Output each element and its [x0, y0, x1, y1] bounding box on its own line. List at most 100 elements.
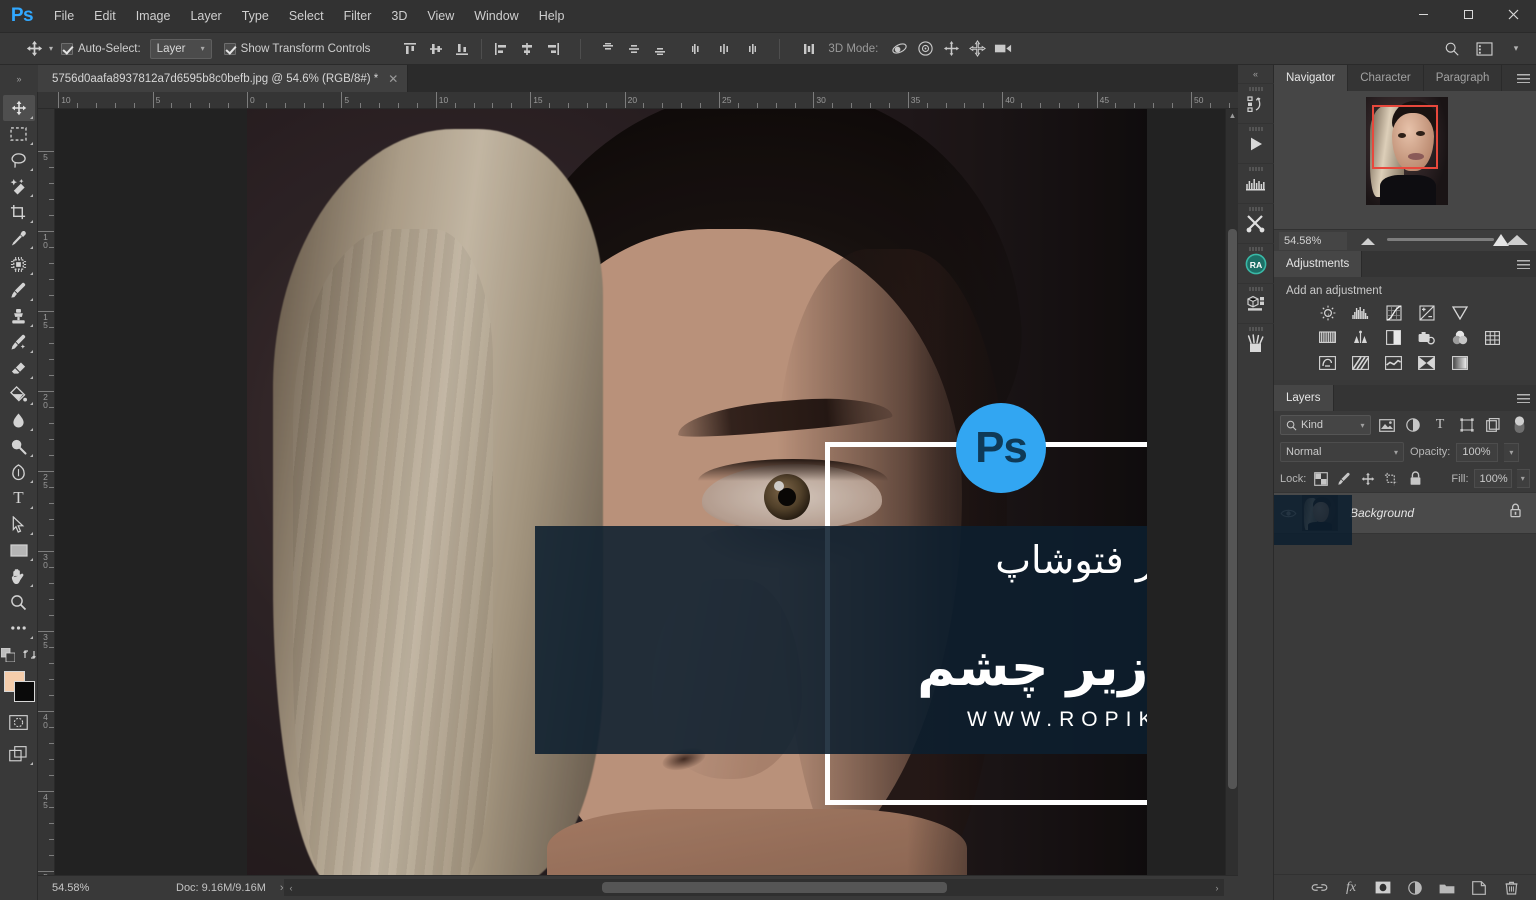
tab-navigator[interactable]: Navigator	[1274, 65, 1349, 91]
clone-stamp-tool[interactable]	[3, 303, 35, 329]
zoom-in-icon[interactable]	[1506, 234, 1528, 245]
minimize-button[interactable]	[1401, 0, 1446, 29]
layer-filter-kind-select[interactable]: Kind ▾	[1280, 415, 1371, 435]
levels-icon[interactable]	[1351, 303, 1370, 322]
fill-value[interactable]: 100%	[1473, 469, 1512, 488]
workspace-switcher-icon[interactable]	[1470, 36, 1498, 62]
tool-preset-chevron-icon[interactable]: ▾	[49, 44, 53, 53]
default-colors-icon[interactable]	[0, 647, 16, 667]
menu-3d[interactable]: 3D	[381, 0, 417, 33]
tab-layers[interactable]: Layers	[1274, 385, 1334, 411]
eyedropper-tool[interactable]	[3, 225, 35, 251]
align-bottom-edges-icon[interactable]	[449, 36, 475, 62]
maximize-button[interactable]	[1446, 0, 1491, 29]
distribute-top-edges-icon[interactable]	[595, 36, 621, 62]
photo-filter-icon[interactable]	[1417, 328, 1436, 347]
new-adjustment-layer-icon[interactable]	[1406, 879, 1424, 897]
crop-tool[interactable]	[3, 199, 35, 225]
zoom-tool[interactable]	[3, 589, 35, 615]
show-transform-controls-checkbox[interactable]: Show Transform Controls	[223, 42, 370, 55]
actions-icon[interactable]	[1237, 123, 1274, 163]
tab-character[interactable]: Character	[1348, 65, 1424, 91]
distribute-left-edges-icon[interactable]	[685, 36, 711, 62]
zoom-out-icon[interactable]	[1361, 237, 1375, 245]
quick-mask-toggle[interactable]	[3, 709, 35, 735]
chevron-down-icon[interactable]: ▾	[1502, 36, 1530, 62]
distribute-right-edges-icon[interactable]	[737, 36, 763, 62]
new-group-icon[interactable]	[1438, 879, 1456, 897]
distribute-horizontal-centers-icon[interactable]	[711, 36, 737, 62]
slide-3d-icon[interactable]	[964, 36, 990, 62]
menu-image[interactable]: Image	[126, 0, 181, 33]
3d-icon[interactable]	[1237, 283, 1274, 323]
lock-image-icon[interactable]	[1335, 469, 1354, 489]
menu-layer[interactable]: Layer	[180, 0, 231, 33]
swap-colors-icon[interactable]	[23, 648, 36, 666]
roll-3d-icon[interactable]	[912, 36, 938, 62]
rectangular-marquee-tool[interactable]	[3, 121, 35, 147]
panel-menu-icon[interactable]	[1510, 385, 1536, 411]
brush-tool[interactable]	[3, 277, 35, 303]
gradient-map-icon[interactable]	[1450, 353, 1469, 372]
blend-mode-select[interactable]: Normal ▾	[1280, 442, 1404, 462]
lock-icon[interactable]	[1509, 503, 1522, 523]
menu-help[interactable]: Help	[529, 0, 575, 33]
align-horizontal-centers-icon[interactable]	[514, 36, 540, 62]
close-button[interactable]	[1491, 0, 1536, 29]
auto-select-scope-select[interactable]: Layer ▾	[149, 38, 212, 59]
filter-pixel-icon[interactable]	[1377, 415, 1398, 435]
layer-name[interactable]: Background	[1350, 506, 1414, 520]
filter-smart-object-icon[interactable]	[1483, 415, 1504, 435]
menu-edit[interactable]: Edit	[84, 0, 126, 33]
menu-filter[interactable]: Filter	[334, 0, 382, 33]
path-selection-tool[interactable]	[3, 511, 35, 537]
tool-presets-icon[interactable]	[1237, 203, 1274, 243]
layer-mask-icon[interactable]	[1374, 879, 1392, 897]
gradient-tool[interactable]	[3, 381, 35, 407]
color-balance-icon[interactable]	[1351, 328, 1370, 347]
status-expand-icon[interactable]: ›	[280, 882, 284, 894]
link-layers-icon[interactable]	[1310, 879, 1328, 897]
channel-mixer-icon[interactable]	[1450, 328, 1469, 347]
eye-icon[interactable]	[1274, 508, 1302, 519]
align-vertical-centers-icon[interactable]	[423, 36, 449, 62]
layer-row-background[interactable]: Background	[1274, 492, 1536, 534]
tab-paragraph[interactable]: Paragraph	[1423, 65, 1503, 91]
screen-mode-button[interactable]	[3, 741, 35, 767]
exposure-icon[interactable]	[1417, 303, 1436, 322]
hue-saturation-icon[interactable]	[1318, 328, 1337, 347]
navigator-zoom-field[interactable]: 54.58%	[1279, 231, 1347, 250]
history-icon[interactable]	[1237, 83, 1274, 123]
fill-stepper-icon[interactable]: ▾	[1516, 469, 1530, 488]
filter-type-icon[interactable]: T	[1430, 415, 1451, 435]
canvas-viewport[interactable]: Ps در فتوشاپ حذف سیاهی زیر چشم WWW.ROPIK…	[55, 109, 1238, 884]
menu-view[interactable]: View	[417, 0, 464, 33]
auto-select-checkbox[interactable]: Auto-Select:	[61, 42, 141, 55]
panel-menu-icon[interactable]	[1510, 65, 1536, 91]
posterize-icon[interactable]	[1351, 353, 1370, 372]
navigator-preview[interactable]	[1274, 91, 1536, 229]
brush-presets-icon[interactable]	[1237, 323, 1274, 363]
status-zoom-field[interactable]: 54.58%	[48, 879, 118, 897]
history-brush-tool[interactable]	[3, 329, 35, 355]
scroll-right-icon[interactable]: ›	[1210, 881, 1224, 895]
menu-file[interactable]: File	[44, 0, 84, 33]
new-layer-icon[interactable]	[1470, 879, 1488, 897]
invert-icon[interactable]	[1318, 353, 1337, 372]
background-color-swatch[interactable]	[13, 681, 35, 702]
color-swatches[interactable]	[2, 671, 36, 703]
search-icon[interactable]	[1438, 36, 1466, 62]
opacity-value[interactable]: 100%	[1456, 442, 1499, 462]
blur-tool[interactable]	[3, 407, 35, 433]
close-icon[interactable]: ✕	[388, 73, 398, 85]
distribute-bottom-edges-icon[interactable]	[647, 36, 673, 62]
filter-shape-icon[interactable]	[1456, 415, 1477, 435]
document-tab[interactable]: 5756d0aafa8937812a7d6595b8c0befb.jpg @ 5…	[38, 65, 409, 92]
scroll-left-icon[interactable]: ‹	[284, 881, 298, 895]
align-top-edges-icon[interactable]	[397, 36, 423, 62]
edit-toolbar-button[interactable]	[3, 615, 35, 641]
navigator-zoom-slider[interactable]	[1357, 230, 1530, 252]
camera-3d-icon[interactable]	[990, 36, 1016, 62]
tab-adjustments[interactable]: Adjustments	[1274, 251, 1363, 277]
spot-healing-brush-tool[interactable]	[3, 251, 35, 277]
